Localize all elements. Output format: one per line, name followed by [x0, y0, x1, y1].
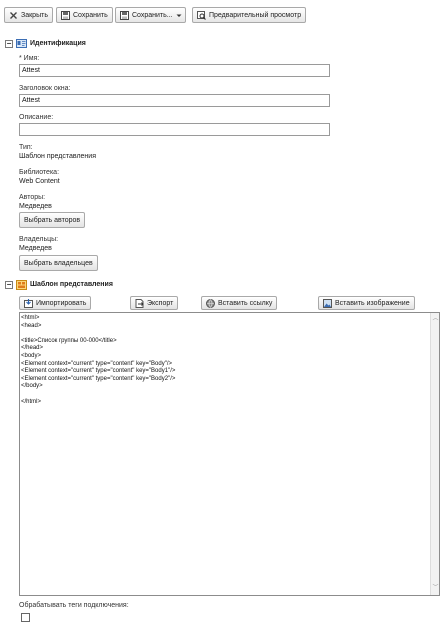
code-line: <title>Список группы 00-000</title>: [21, 337, 117, 344]
insert-image-button-label: Вставить изображение: [335, 299, 410, 307]
collapse-icon[interactable]: −: [5, 280, 13, 289]
code-line: </html>: [21, 398, 42, 405]
owners-value: Медведев: [19, 245, 52, 252]
template-title: Шаблон представления: [30, 281, 113, 288]
save-as-button-label: Сохранить...: [132, 11, 173, 19]
process-tags-label: Обрабатывать теги подключения:: [19, 602, 129, 609]
save-as-button[interactable]: Сохранить...: [115, 7, 186, 23]
link-icon: [206, 298, 215, 308]
code-line: <head>: [21, 322, 42, 329]
window-title-input[interactable]: [19, 94, 330, 107]
save-button[interactable]: Сохранить: [56, 7, 113, 23]
template-section-header[interactable]: − Шаблон представления: [5, 280, 113, 290]
code-line: </body>: [21, 383, 43, 390]
process-tags-checkbox[interactable]: [21, 613, 30, 622]
code-line: <Element context="current" type="content…: [21, 375, 176, 382]
chevron-down-icon: [176, 11, 182, 20]
code-line: <body>: [21, 352, 42, 359]
close-button-label: Закрыть: [21, 11, 48, 19]
identification-section-header[interactable]: − Идентификация: [5, 39, 86, 48]
scroll-down-icon[interactable]: ﹀: [431, 584, 440, 593]
type-value: Шаблон представления: [19, 153, 96, 160]
collapse-icon[interactable]: −: [5, 39, 13, 48]
save-icon: [120, 10, 129, 20]
identification-title: Идентификация: [30, 40, 86, 47]
save-icon: [61, 10, 70, 20]
import-icon: [24, 298, 33, 308]
code-line: <html>: [21, 315, 40, 321]
preview-button[interactable]: Предварительный просмотр: [192, 7, 307, 23]
code-line: <Element context="current" type="content…: [21, 368, 176, 375]
close-button[interactable]: Закрыть: [4, 7, 53, 23]
export-icon: [135, 298, 144, 308]
export-button[interactable]: Экспорт: [130, 296, 179, 310]
template-code-editor[interactable]: <html> <head> <title>Список группы 00-000…: [19, 312, 440, 596]
preview-button-label: Предварительный просмотр: [209, 11, 302, 19]
type-label: Тип:: [19, 144, 33, 151]
insert-image-button[interactable]: Вставить изображение: [318, 296, 415, 310]
identification-icon: [16, 39, 27, 48]
owners-label: Владельцы:: [19, 236, 59, 243]
import-button-label: Импортировать: [36, 299, 87, 307]
select-owners-button[interactable]: Выбрать владельцев: [19, 255, 98, 271]
code-line: </head>: [21, 345, 44, 352]
name-label: * Имя:: [19, 55, 40, 62]
image-icon: [323, 298, 332, 308]
library-value: Web Content: [19, 178, 60, 185]
export-button-label: Экспорт: [147, 299, 174, 307]
import-button[interactable]: Импортировать: [19, 296, 92, 310]
close-icon: [9, 11, 18, 20]
description-label: Описание:: [19, 114, 54, 121]
name-input[interactable]: [19, 64, 330, 77]
window-title-label: Заголовок окна:: [19, 85, 71, 92]
library-label: Библиотека:: [19, 169, 60, 176]
template-code[interactable]: <html> <head> <title>Список группы 00-000…: [21, 315, 175, 406]
preview-icon: [197, 10, 206, 20]
scroll-up-icon[interactable]: ︿: [431, 315, 440, 324]
template-icon: [16, 280, 27, 290]
insert-link-button[interactable]: Вставить ссылку: [201, 296, 278, 310]
authors-value: Медведев: [19, 203, 52, 210]
editor-scrollbar[interactable]: ︿ ﹀: [430, 313, 439, 595]
description-input[interactable]: [19, 123, 330, 136]
insert-link-button-label: Вставить ссылку: [218, 299, 273, 307]
select-authors-button[interactable]: Выбрать авторов: [19, 212, 86, 228]
authors-label: Авторы:: [19, 194, 46, 201]
save-button-label: Сохранить: [73, 11, 108, 19]
code-line: <Element context="current" type="content…: [21, 360, 173, 367]
